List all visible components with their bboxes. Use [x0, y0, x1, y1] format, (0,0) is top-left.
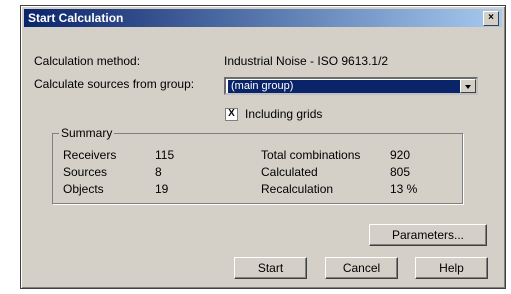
source-group-selected-value: (main group): [228, 80, 460, 93]
start-calculation-dialog: Start Calculation × Calculation method: …: [20, 5, 506, 289]
sources-label: Sources: [63, 165, 108, 179]
cancel-button[interactable]: Cancel: [325, 257, 398, 279]
receivers-label: Receivers: [63, 148, 117, 162]
calculated-label: Calculated: [261, 165, 318, 179]
total-combinations-label: Total combinations: [261, 148, 361, 162]
help-button[interactable]: Help: [415, 257, 488, 279]
dialog-title: Start Calculation: [28, 11, 124, 25]
title-bar[interactable]: Start Calculation ×: [24, 9, 502, 27]
method-label: Calculation method:: [34, 54, 141, 68]
summary-title: Summary: [59, 126, 115, 140]
total-combinations-value: 920: [390, 148, 411, 162]
receivers-value: 115: [155, 148, 175, 162]
source-group-select[interactable]: (main group): [224, 77, 478, 95]
parameters-button[interactable]: Parameters...: [369, 224, 487, 246]
including-grids-label: Including grids: [245, 107, 323, 121]
close-icon: ×: [488, 12, 494, 23]
objects-label: Objects: [63, 182, 104, 196]
recalculation-label: Recalculation: [261, 182, 334, 196]
close-button[interactable]: ×: [483, 11, 499, 26]
summary-group: Summary Receivers 115 Sources 8 Objects …: [52, 126, 463, 204]
chevron-down-icon[interactable]: [460, 79, 476, 93]
start-button[interactable]: Start: [234, 257, 307, 279]
method-value: Industrial Noise - ISO 9613.1/2: [224, 54, 389, 68]
sources-value: 8: [155, 165, 162, 179]
calculated-value: 805: [390, 165, 411, 179]
objects-value: 19: [155, 182, 169, 196]
including-grids-checkbox[interactable]: X: [225, 108, 238, 121]
recalculation-value: 13 %: [390, 182, 418, 196]
group-label: Calculate sources from group:: [34, 77, 195, 91]
